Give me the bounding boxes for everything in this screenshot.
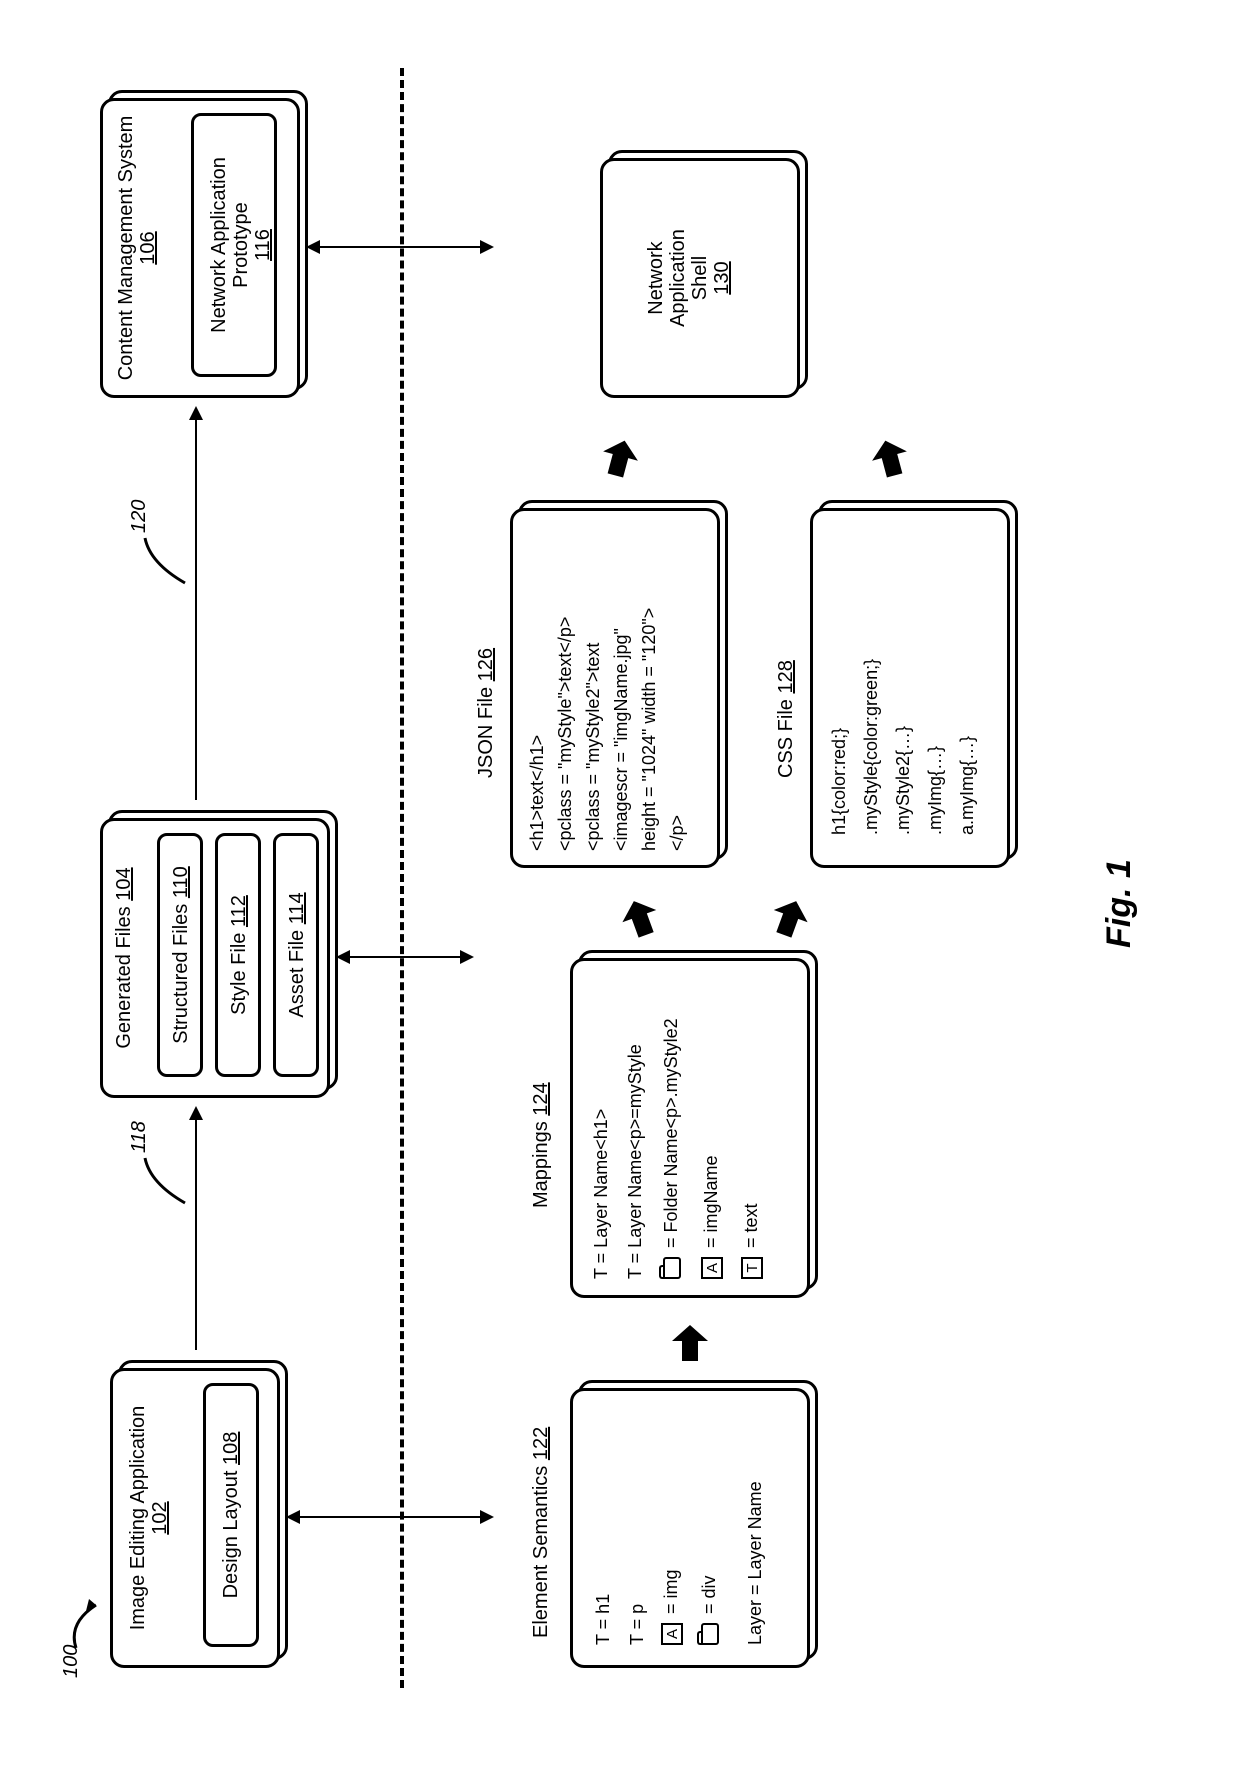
css-l5: a.myImg{…} — [955, 736, 979, 835]
map-line-3: = Folder Name<p>.myStyle2 — [659, 1018, 683, 1279]
elem-sem-line-5: Layer = Layer Name — [743, 1481, 767, 1645]
ref-120: 120 — [128, 500, 150, 533]
arrow-120 — [195, 420, 197, 800]
arrow-cross-mid — [350, 956, 460, 958]
image-editing-title: Image Editing Application102 — [127, 1371, 171, 1665]
t-icon: T — [741, 1257, 763, 1279]
css-l3: .myStyle2{…} — [891, 726, 915, 835]
map-line-1: T = Layer Name<h1> — [589, 1109, 613, 1279]
a-icon: A — [701, 1257, 723, 1279]
elem-sem-line-1: T = h1 — [591, 1594, 615, 1645]
json-l1: <h1>text</h1> — [525, 735, 549, 851]
fat-arrow-5 — [866, 434, 915, 483]
box-image-editing-application: Image Editing Application102 Design Layo… — [110, 1368, 280, 1668]
css-l1: h1{color:red;} — [827, 728, 851, 835]
divider-dashed — [400, 68, 404, 1688]
json-l2: <pclass = "myStyle">text</p> — [553, 617, 577, 851]
map-line-5: T = text — [739, 1203, 763, 1279]
folder-icon — [663, 1257, 681, 1279]
figure-label: Fig. 1 — [1100, 859, 1139, 948]
fat-arrow-1 — [670, 1323, 710, 1363]
map-line-2: T = Layer Name<p>=myStyle — [623, 1044, 647, 1279]
a-icon: A — [661, 1623, 683, 1645]
fat-arrow-3 — [764, 892, 815, 943]
css-l4: .myImg{…} — [923, 746, 947, 835]
box-element-semantics: T = h1 T = p A = img = div Layer = Layer… — [570, 1388, 810, 1668]
ref-118-leader — [140, 1148, 190, 1208]
box-structured-files: Structured Files 110 — [157, 833, 203, 1077]
shell-label: Network Application Shell 130 — [645, 161, 733, 395]
fat-arrow-2 — [614, 892, 665, 943]
arrow-cross-left — [300, 1516, 480, 1518]
css-l2: .myStyle{color:green;} — [859, 659, 883, 835]
ref-100-leader — [68, 1593, 108, 1653]
json-l5: height = "1024" width = "120"> — [637, 608, 661, 851]
folder-icon — [701, 1623, 719, 1645]
ref-120-leader — [140, 528, 190, 588]
arrow-118 — [195, 1120, 197, 1350]
box-network-app-prototype: Network Application Prototype116 — [191, 113, 277, 377]
cms-title: Content Management System106 — [115, 101, 159, 395]
box-network-application-shell: Network Application Shell 130 — [600, 158, 800, 398]
box-design-layout: Design Layout 108 — [203, 1383, 259, 1647]
elem-sem-line-3: A = img — [659, 1569, 683, 1645]
box-style-file: Style File 112 — [215, 833, 261, 1077]
css-file-title: CSS File 128 — [775, 660, 797, 778]
box-generated-files: Generated Files 104 Structured Files 110… — [100, 818, 330, 1098]
map-line-4: A = imgName — [699, 1155, 723, 1279]
json-l6: </p> — [665, 815, 689, 851]
json-file-title: JSON File 126 — [475, 648, 497, 778]
mappings-title: Mappings 124 — [530, 1082, 552, 1208]
box-css-file: h1{color:red;} .myStyle{color:green;} .m… — [810, 508, 1010, 868]
element-semantics-title: Element Semantics 122 — [530, 1427, 552, 1638]
fat-arrow-4 — [596, 434, 645, 483]
elem-sem-line-2: T = p — [625, 1604, 649, 1645]
box-json-file: <h1>text</h1> <pclass = "myStyle">text</… — [510, 508, 720, 868]
ref-118: 118 — [128, 1121, 150, 1153]
elem-sem-line-4: = div — [697, 1575, 721, 1645]
json-l3: <pclass = "myStyle2">text — [581, 643, 605, 851]
arrow-cross-right — [320, 246, 480, 248]
box-cms: Content Management System106 Network App… — [100, 98, 300, 398]
json-l4: <imagescr = "imgName.jpg" — [609, 628, 633, 851]
box-mappings: T = Layer Name<h1> T = Layer Name<p>=myS… — [570, 958, 810, 1298]
generated-files-title: Generated Files 104 — [113, 821, 135, 1095]
box-asset-file: Asset File 114 — [273, 833, 319, 1077]
